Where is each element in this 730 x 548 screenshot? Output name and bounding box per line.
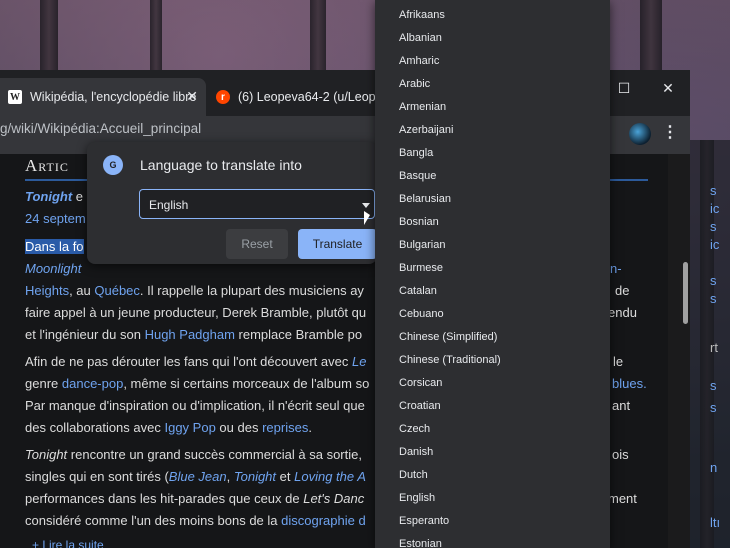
side-text-fragment: ic (710, 201, 720, 216)
language-option[interactable]: Armenian (399, 101, 446, 113)
article-line: 24 septem (25, 211, 86, 226)
language-option[interactable]: Bangla (399, 147, 433, 159)
language-option[interactable]: Bosnian (399, 216, 439, 228)
article-line: performances dans les hit-parades que ce… (25, 491, 365, 506)
selected-text: Dans la fo (25, 239, 84, 254)
caret-down-icon (362, 203, 370, 208)
wikipedia-favicon-icon: W (8, 90, 22, 104)
tab-title: Wikipédia, l'encyclopédie libre (30, 90, 197, 104)
scrollbar[interactable] (683, 262, 688, 324)
article-line: et l'ingénieur du son Hugh Padgham rempl… (25, 327, 363, 342)
article-fragment[interactable]: blues. (612, 376, 647, 391)
google-translate-icon: G (103, 155, 123, 175)
article-line: Dans la fo (25, 239, 84, 254)
side-text-fragment: n (710, 460, 718, 475)
article-line: Tonight rencontre un grand succès commer… (25, 447, 362, 462)
article-line: Heights, au Québec. Il rappelle la plupa… (25, 283, 364, 298)
article-link[interactable]: dance-pop (62, 376, 123, 391)
language-option[interactable]: Esperanto (399, 515, 449, 527)
language-option[interactable]: Arabic (399, 78, 430, 90)
side-text-fragment: s (710, 378, 717, 393)
article-fragment[interactable]: n- (610, 261, 622, 276)
menu-dots-icon[interactable]: ⋮ (662, 122, 678, 142)
reddit-favicon-icon: r (216, 90, 230, 104)
language-option[interactable]: Burmese (399, 262, 443, 274)
article-link[interactable]: Tonight (25, 189, 72, 204)
side-text-fragment: ltı (710, 515, 721, 530)
side-text-fragment: rt (710, 340, 718, 355)
profile-avatar[interactable] (629, 123, 651, 145)
article-fragment: ment (608, 491, 637, 506)
read-more-link[interactable]: + Lire la suite (32, 538, 104, 548)
article-link[interactable]: Blue Jean (169, 469, 227, 484)
side-text-fragment: s (710, 273, 717, 288)
article-line: considéré comme l'un des moins bons de l… (25, 513, 366, 528)
article-line: genre dance-pop, même si certains morcea… (25, 376, 370, 391)
translate-popup: G Language to translate into English Res… (87, 142, 377, 264)
article-link[interactable]: discographie d (281, 513, 366, 528)
article-fragment: de (615, 283, 630, 298)
language-option[interactable]: Azerbaijani (399, 124, 453, 136)
article-line: Par manque d'inspiration ou d'implicatio… (25, 398, 365, 413)
language-option[interactable]: Croatian (399, 400, 441, 412)
maximize-button[interactable]: ☐ (604, 73, 644, 103)
article-line: Tonight e (25, 189, 84, 204)
article-link[interactable]: Moonlight (25, 261, 81, 276)
article-link[interactable]: Québec (94, 283, 140, 298)
language-option[interactable]: Basque (399, 170, 436, 182)
language-option[interactable]: Chinese (Traditional) (399, 354, 501, 366)
article-fragment: endu (608, 305, 637, 320)
language-option[interactable]: Corsican (399, 377, 442, 389)
tab-reddit[interactable]: r (6) Leopeva64-2 (u/Leopeva (208, 78, 378, 116)
language-option[interactable]: Catalan (399, 285, 437, 297)
language-option[interactable]: Cebuano (399, 308, 444, 320)
popup-title: Language to translate into (140, 157, 302, 173)
side-text-fragment: s (710, 291, 717, 306)
article-line: Afin de ne pas dérouter les fans qui l'o… (25, 354, 367, 369)
side-text-fragment: s (710, 219, 717, 234)
url-text: g/wiki/Wikipédia:Accueil_principal (0, 121, 202, 136)
language-option[interactable]: Estonian (399, 538, 442, 548)
translate-button[interactable]: Translate (298, 229, 377, 259)
mouse-cursor-icon (364, 211, 370, 225)
language-select[interactable]: English (139, 189, 375, 219)
article-fragment: ois (612, 447, 629, 462)
tab-wikipedia[interactable]: W Wikipédia, l'encyclopédie libre ✕ (0, 78, 206, 116)
article-link[interactable]: Loving the A (294, 469, 366, 484)
language-option[interactable]: Amharic (399, 55, 439, 67)
article-fragment: le (613, 354, 624, 369)
language-option[interactable]: Danish (399, 446, 433, 458)
language-option[interactable]: English (399, 492, 435, 504)
language-option[interactable]: Albanian (399, 32, 442, 44)
language-option[interactable]: Belarusian (399, 193, 451, 205)
language-option[interactable]: Chinese (Simplified) (399, 331, 497, 343)
section-heading: Artic (25, 156, 69, 175)
language-option[interactable]: Czech (399, 423, 430, 435)
article-line: Moonlight (25, 261, 81, 276)
close-icon[interactable]: ✕ (186, 88, 198, 105)
selected-language: English (149, 198, 189, 212)
language-option[interactable]: Bulgarian (399, 239, 445, 251)
article-link[interactable]: Hugh Padgham (145, 327, 235, 342)
article-line: faire appel à un jeune producteur, Derek… (25, 305, 367, 320)
tab-title: (6) Leopeva64-2 (u/Leopeva (238, 90, 378, 104)
article-line: singles qui en sont tirés (Blue Jean, To… (25, 469, 366, 484)
article-link[interactable]: 24 septem (25, 211, 86, 226)
article-link[interactable]: Tonight (234, 469, 276, 484)
side-text-fragment: s (710, 400, 717, 415)
close-window-button[interactable]: ✕ (648, 73, 688, 103)
side-text-fragment: s (710, 183, 717, 198)
article-link[interactable]: Heights (25, 283, 69, 298)
article-link[interactable]: reprises (262, 420, 308, 435)
article-fragment: ant (612, 398, 631, 413)
reset-button[interactable]: Reset (226, 229, 288, 259)
article-line: des collaborations avec Iggy Pop ou des … (25, 420, 312, 435)
language-option[interactable]: Dutch (399, 469, 428, 481)
article-link[interactable]: Iggy Pop (164, 420, 215, 435)
language-dropdown-list: Afrikaans Albanian Amharic Arabic Armeni… (375, 0, 610, 548)
article-link[interactable]: Le (352, 354, 366, 369)
side-text-fragment: ic (710, 237, 720, 252)
language-option[interactable]: Afrikaans (399, 9, 445, 21)
address-bar[interactable]: g/wiki/Wikipédia:Accueil_principal (0, 121, 201, 136)
